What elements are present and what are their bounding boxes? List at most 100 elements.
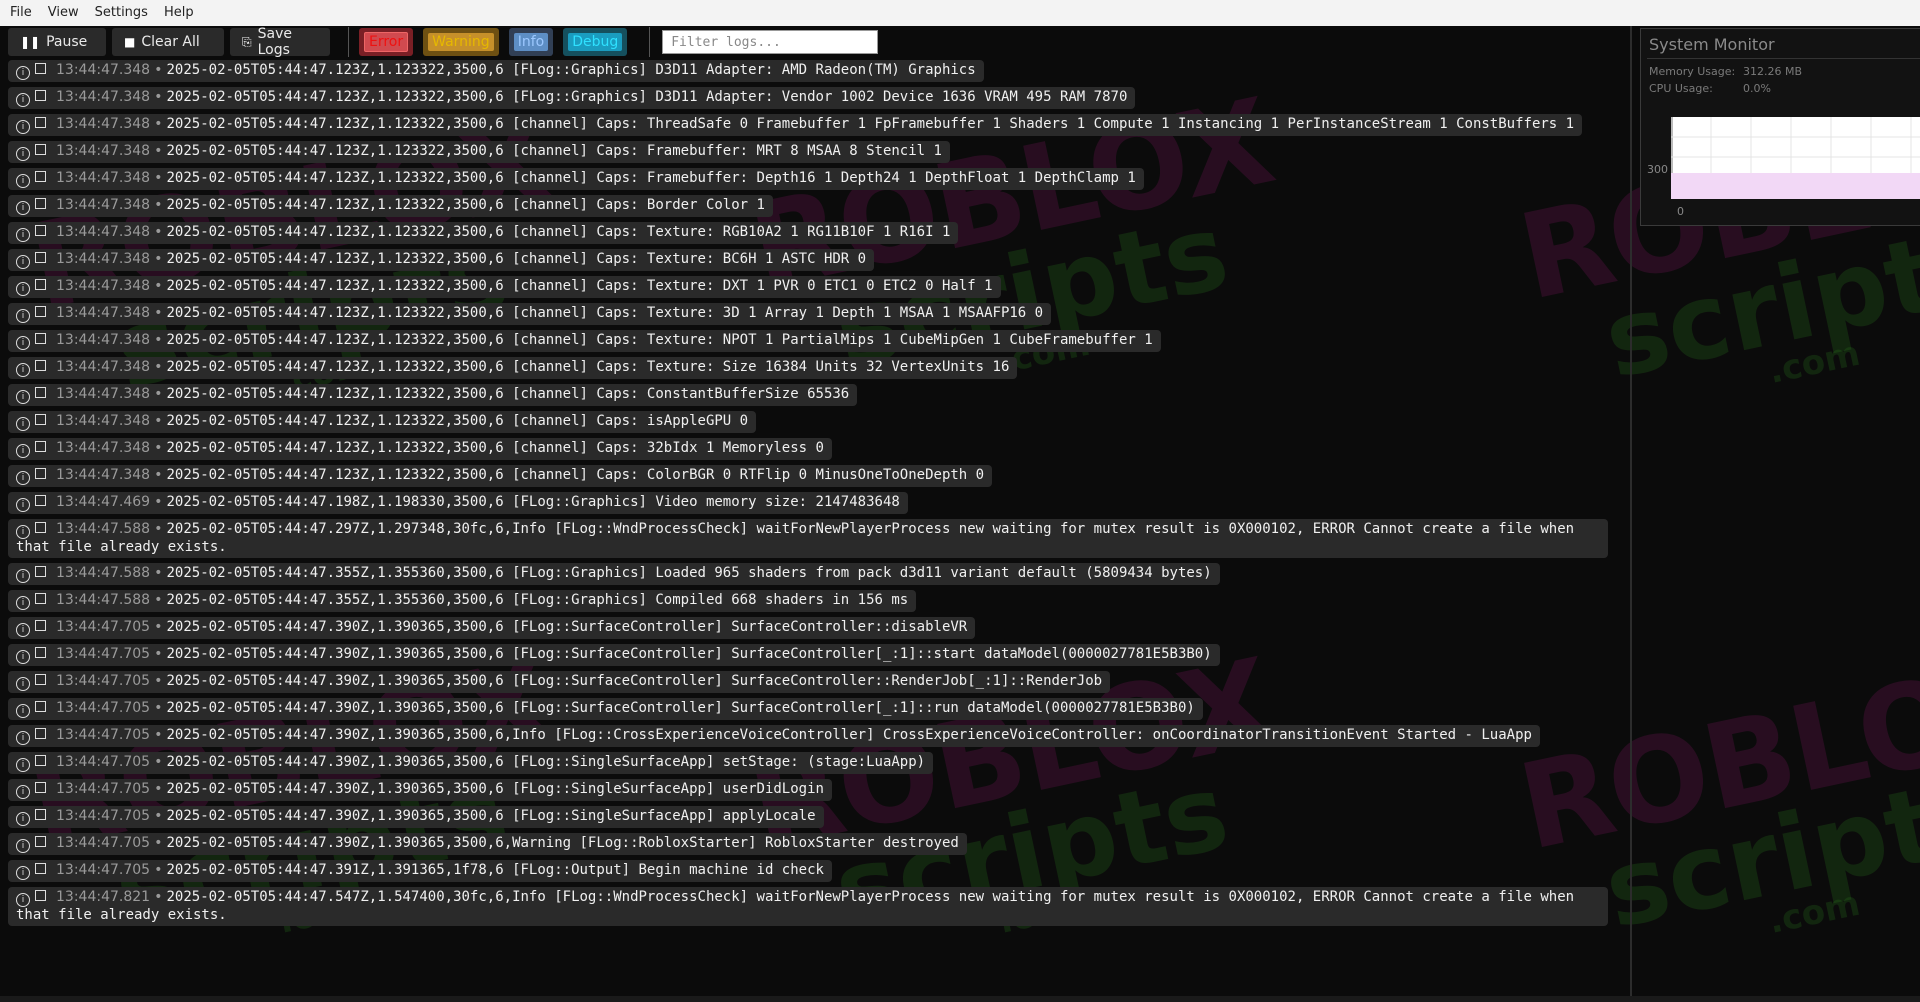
- copy-icon[interactable]: [35, 647, 46, 658]
- info-icon[interactable]: i: [16, 498, 30, 512]
- menu-file[interactable]: File: [2, 3, 40, 23]
- info-icon[interactable]: i: [16, 893, 30, 907]
- info-icon[interactable]: i: [16, 174, 30, 188]
- log-row[interactable]: i 13:44:47.705 • 2025-02-05T05:44:47.390Z,1…: [8, 806, 824, 828]
- log-row[interactable]: i 13:44:47.705 • 2025-02-05T05:44:47.390Z,1…: [8, 698, 1203, 720]
- copy-icon[interactable]: [35, 809, 46, 820]
- log-row[interactable]: i 13:44:47.705 • 2025-02-05T05:44:47.390Z,1…: [8, 617, 976, 639]
- log-row[interactable]: i 13:44:47.348 • 2025-02-05T05:44:47.123Z,1…: [8, 114, 1583, 136]
- info-icon[interactable]: i: [16, 336, 30, 350]
- copy-icon[interactable]: [35, 620, 46, 631]
- info-icon[interactable]: i: [16, 525, 30, 539]
- copy-icon[interactable]: [35, 225, 46, 236]
- info-icon[interactable]: i: [16, 147, 30, 161]
- filter-error-toggle[interactable]: Error: [359, 28, 414, 56]
- copy-icon[interactable]: [35, 890, 46, 901]
- log-row[interactable]: i 13:44:47.469 • 2025-02-05T05:44:47.198Z,1…: [8, 492, 908, 514]
- info-icon[interactable]: i: [16, 731, 30, 745]
- info-icon[interactable]: i: [16, 444, 30, 458]
- copy-icon[interactable]: [35, 701, 46, 712]
- copy-icon[interactable]: [35, 387, 46, 398]
- copy-icon[interactable]: [35, 279, 46, 290]
- info-icon[interactable]: i: [16, 417, 30, 431]
- log-row[interactable]: i 13:44:47.348 • 2025-02-05T05:44:47.123Z,1…: [8, 168, 1144, 190]
- log-row[interactable]: i 13:44:47.705 • 2025-02-05T05:44:47.390Z,1…: [8, 833, 967, 855]
- copy-icon[interactable]: [35, 63, 46, 74]
- copy-icon[interactable]: [35, 495, 46, 506]
- copy-icon[interactable]: [35, 360, 46, 371]
- filter-debug-toggle[interactable]: Debug: [563, 28, 628, 56]
- copy-icon[interactable]: [35, 674, 46, 685]
- copy-icon[interactable]: [35, 414, 46, 425]
- info-icon[interactable]: i: [16, 255, 30, 269]
- copy-icon[interactable]: [35, 117, 46, 128]
- copy-icon[interactable]: [35, 836, 46, 847]
- log-row[interactable]: i 13:44:47.348 • 2025-02-05T05:44:47.123Z,1…: [8, 276, 1001, 298]
- log-row[interactable]: i 13:44:47.348 • 2025-02-05T05:44:47.123Z,1…: [8, 141, 950, 163]
- copy-icon[interactable]: [35, 441, 46, 452]
- copy-icon[interactable]: [35, 863, 46, 874]
- copy-icon[interactable]: [35, 782, 46, 793]
- log-row[interactable]: i 13:44:47.348 • 2025-02-05T05:44:47.123Z,1…: [8, 411, 757, 433]
- info-icon[interactable]: i: [16, 569, 30, 583]
- info-icon[interactable]: i: [16, 66, 30, 80]
- copy-icon[interactable]: [35, 90, 46, 101]
- log-row[interactable]: i 13:44:47.348 • 2025-02-05T05:44:47.123Z,1…: [8, 249, 875, 271]
- info-icon[interactable]: i: [16, 758, 30, 772]
- panel-divider[interactable]: [1630, 26, 1632, 996]
- log-list[interactable]: i 13:44:47.348 • 2025-02-05T05:44:47.123Z,1…: [8, 60, 1608, 931]
- copy-icon[interactable]: [35, 468, 46, 479]
- info-icon[interactable]: i: [16, 471, 30, 485]
- info-icon[interactable]: i: [16, 596, 30, 610]
- log-row[interactable]: i 13:44:47.705 • 2025-02-05T05:44:47.390Z,1…: [8, 779, 832, 801]
- filter-logs-input[interactable]: [662, 30, 879, 54]
- info-icon[interactable]: i: [16, 812, 30, 826]
- log-row[interactable]: i 13:44:47.588 • 2025-02-05T05:44:47.355Z,1…: [8, 590, 917, 612]
- menu-help[interactable]: Help: [156, 3, 202, 23]
- copy-icon[interactable]: [35, 755, 46, 766]
- log-row[interactable]: i 13:44:47.348 • 2025-02-05T05:44:47.123Z,1…: [8, 87, 1136, 109]
- menu-settings[interactable]: Settings: [87, 3, 156, 23]
- menu-view[interactable]: View: [40, 3, 87, 23]
- log-row[interactable]: i 13:44:47.705 • 2025-02-05T05:44:47.390Z,1…: [8, 644, 1220, 666]
- copy-icon[interactable]: [35, 252, 46, 263]
- log-row[interactable]: i 13:44:47.705 • 2025-02-05T05:44:47.390Z,1…: [8, 671, 1111, 693]
- copy-icon[interactable]: [35, 566, 46, 577]
- log-row[interactable]: i 13:44:47.348 • 2025-02-05T05:44:47.123Z,1…: [8, 222, 959, 244]
- log-row[interactable]: i 13:44:47.348 • 2025-02-05T05:44:47.123Z,1…: [8, 303, 1052, 325]
- save-logs-button[interactable]: ⎘ Save Logs: [230, 26, 330, 58]
- log-row[interactable]: i 13:44:47.348 • 2025-02-05T05:44:47.123Z,1…: [8, 195, 773, 217]
- pause-button[interactable]: ❚❚ Pause: [8, 28, 106, 56]
- info-icon[interactable]: i: [16, 228, 30, 242]
- copy-icon[interactable]: [35, 522, 46, 533]
- clear-all-button[interactable]: ■ Clear All: [112, 28, 224, 56]
- log-row[interactable]: i 13:44:47.348 • 2025-02-05T05:44:47.123Z,1…: [8, 330, 1161, 352]
- log-row[interactable]: i 13:44:47.348 • 2025-02-05T05:44:47.123Z,1…: [8, 465, 993, 487]
- info-icon[interactable]: i: [16, 785, 30, 799]
- info-icon[interactable]: i: [16, 120, 30, 134]
- log-row[interactable]: i 13:44:47.705 • 2025-02-05T05:44:47.391Z,1…: [8, 860, 832, 882]
- info-icon[interactable]: i: [16, 363, 30, 377]
- log-row[interactable]: i 13:44:47.588 • 2025-02-05T05:44:47.355Z,1…: [8, 563, 1220, 585]
- info-icon[interactable]: i: [16, 650, 30, 664]
- log-row[interactable]: i 13:44:47.821 • 2025-02-05T05:44:47.547Z,1…: [8, 887, 1608, 926]
- info-icon[interactable]: i: [16, 677, 30, 691]
- copy-icon[interactable]: [35, 728, 46, 739]
- log-row[interactable]: i 13:44:47.348 • 2025-02-05T05:44:47.123Z,1…: [8, 357, 1018, 379]
- copy-icon[interactable]: [35, 593, 46, 604]
- log-row[interactable]: i 13:44:47.588 • 2025-02-05T05:44:47.297Z,1…: [8, 519, 1608, 558]
- info-icon[interactable]: i: [16, 390, 30, 404]
- info-icon[interactable]: i: [16, 282, 30, 296]
- log-row[interactable]: i 13:44:47.348 • 2025-02-05T05:44:47.123Z,1…: [8, 60, 984, 82]
- log-row[interactable]: i 13:44:47.348 • 2025-02-05T05:44:47.123Z,1…: [8, 384, 858, 406]
- info-icon[interactable]: i: [16, 704, 30, 718]
- copy-icon[interactable]: [35, 144, 46, 155]
- info-icon[interactable]: i: [16, 309, 30, 323]
- log-row[interactable]: i 13:44:47.705 • 2025-02-05T05:44:47.390Z,1…: [8, 725, 1540, 747]
- copy-icon[interactable]: [35, 171, 46, 182]
- copy-icon[interactable]: [35, 333, 46, 344]
- log-row[interactable]: i 13:44:47.705 • 2025-02-05T05:44:47.390Z,1…: [8, 752, 934, 774]
- info-icon[interactable]: i: [16, 866, 30, 880]
- log-row[interactable]: i 13:44:47.348 • 2025-02-05T05:44:47.123Z,1…: [8, 438, 832, 460]
- info-icon[interactable]: i: [16, 623, 30, 637]
